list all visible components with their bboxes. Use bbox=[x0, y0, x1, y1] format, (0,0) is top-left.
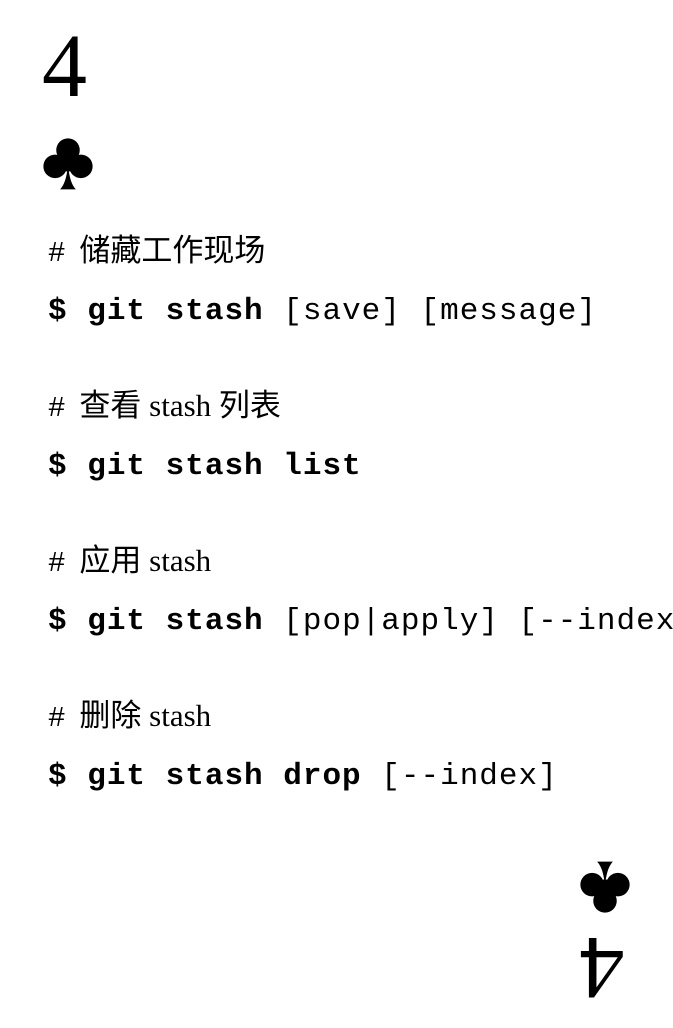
comment-hash: # bbox=[48, 702, 66, 735]
command-line: $ git stash drop [--index] bbox=[48, 754, 648, 800]
prompt-symbol: $ bbox=[48, 449, 68, 484]
command-line: $ git stash list bbox=[48, 444, 648, 490]
playing-card: 4 # 储藏工作现场 $ git stash [save] [message] #… bbox=[0, 0, 673, 1028]
comment-line: # 储藏工作现场 bbox=[48, 228, 648, 273]
comment-hash: # bbox=[48, 237, 66, 270]
card-rank-top: 4 bbox=[42, 17, 87, 116]
comment-line: # 删除 stash bbox=[48, 693, 648, 738]
prompt-symbol: $ bbox=[48, 759, 68, 794]
club-icon bbox=[43, 138, 93, 190]
bottom-right-corner: 4 bbox=[566, 860, 636, 1017]
comment-line: # 查看 stash 列表 bbox=[48, 383, 648, 428]
comment-text: 查看 stash 列表 bbox=[79, 388, 281, 423]
prompt-symbol: $ bbox=[48, 604, 68, 639]
stash-save-section: # 储藏工作现场 $ git stash [save] [message] bbox=[48, 228, 648, 335]
top-left-corner: 4 bbox=[38, 17, 108, 190]
command-options: [save] [message] bbox=[283, 294, 597, 329]
command-options: [pop|apply] [--index] bbox=[283, 604, 673, 639]
command-text: git stash drop bbox=[87, 759, 362, 794]
comment-hash: # bbox=[48, 547, 66, 580]
command-options: [--index] bbox=[381, 759, 558, 794]
prompt-symbol: $ bbox=[48, 294, 68, 329]
command-line: $ git stash [pop|apply] [--index] bbox=[48, 599, 673, 645]
command-text: git stash bbox=[87, 604, 264, 639]
command-text: git stash bbox=[87, 294, 264, 329]
comment-text: 应用 stash bbox=[79, 543, 212, 578]
comment-text: 储藏工作现场 bbox=[79, 233, 266, 268]
comment-text: 删除 stash bbox=[79, 698, 212, 733]
club-icon bbox=[580, 861, 630, 913]
stash-apply-section: # 应用 stash $ git stash [pop|apply] [--ind… bbox=[48, 538, 673, 645]
cheat-sheet-content: # 储藏工作现场 $ git stash [save] [message] # 查看… bbox=[48, 228, 673, 848]
stash-list-section: # 查看 stash 列表 $ git stash list bbox=[48, 383, 648, 490]
comment-line: # 应用 stash bbox=[48, 538, 648, 583]
comment-hash: # bbox=[48, 392, 66, 425]
card-rank-bottom: 4 bbox=[579, 918, 625, 1017]
command-text: git stash list bbox=[87, 449, 362, 484]
command-line: $ git stash [save] [message] bbox=[48, 289, 648, 335]
stash-drop-section: # 删除 stash $ git stash drop [--index] bbox=[48, 693, 648, 800]
